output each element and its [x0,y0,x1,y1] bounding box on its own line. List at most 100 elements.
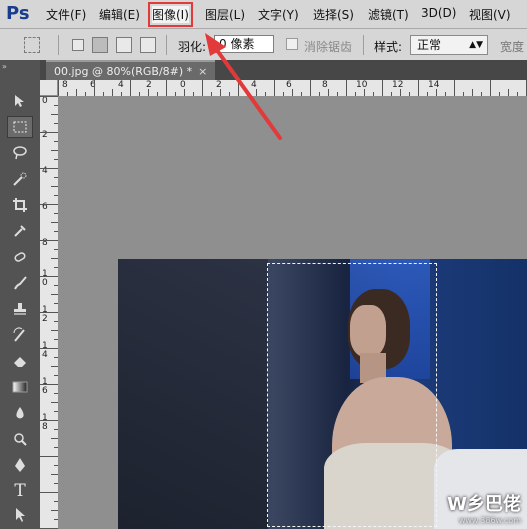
ruler-tick-label: 4 [118,80,124,90]
type-icon[interactable]: T [7,480,33,502]
path-select-icon[interactable] [7,504,33,526]
ruler-tick [490,80,491,96]
ruler-tick [274,80,275,96]
menu-image[interactable]: 图像(I) [148,2,193,27]
blur-icon[interactable] [7,402,33,424]
intersect-selection-icon[interactable] [140,37,156,53]
ruler-tick [202,80,203,96]
close-icon[interactable]: × [198,65,207,78]
ruler-tick [148,89,149,96]
ruler-tick [58,80,59,96]
lasso-icon[interactable] [7,142,33,164]
ruler-tick [51,366,58,367]
ruler-tick [292,89,293,96]
ruler-tick [40,348,58,349]
add-selection-icon[interactable] [92,37,108,53]
toolbox: » T [0,60,41,529]
ruler-tick-label: 6 [286,80,292,90]
ruler-tick [40,384,58,385]
menu-bar: Ps 文件(F) 编辑(E) 图像(I) 图层(L) 文字(Y) 选择(S) 滤… [0,0,527,29]
quick-select-icon[interactable] [7,168,33,190]
crop-icon[interactable] [7,194,33,216]
eyedropper-icon[interactable] [7,220,33,242]
new-selection-icon[interactable] [72,39,84,51]
ruler-tick [238,80,239,96]
ruler-tick [310,80,311,96]
divider [166,35,167,55]
photoshop-logo: Ps [6,3,30,24]
move-icon[interactable] [7,90,33,112]
watermark: W乡巴佬 www.386w.com [447,490,521,525]
ruler-tick-label: 1 4 [42,341,48,360]
divider [363,35,364,55]
document-tab-bar: 00.jpg @ 80%(RGB/8#) * × [40,60,527,80]
ruler-tick [436,89,437,96]
style-label: 样式: [374,40,403,54]
ruler-tick-label: 14 [428,80,440,90]
dodge-icon[interactable] [7,428,33,450]
ruler-vertical[interactable]: 0 2 4 6 8 1 0 1 2 1 4 1 6 1 8 [40,96,59,529]
ruler-tick [51,150,58,151]
ruler-tick [346,80,347,96]
menu-select[interactable]: 选择(S) [313,6,354,23]
ruler-tick [364,89,365,96]
ruler-tick [400,89,401,96]
menu-view[interactable]: 视图(V) [469,6,511,23]
ruler-tick-label: 1 0 [42,269,48,288]
eraser-icon[interactable] [7,350,33,372]
image-door [118,259,268,529]
ruler-tick-label: 1 8 [42,413,48,432]
collapse-icon[interactable]: » [2,62,7,71]
ruler-tick [508,89,509,96]
document-image[interactable]: W乡巴佬 www.386w.com [118,259,527,529]
ruler-tick [130,80,131,96]
stamp-icon[interactable] [7,298,33,320]
ruler-tick [51,474,58,475]
ruler-horizontal[interactable]: 8 6 4 2 0 2 4 6 8 10 12 14 [58,80,527,97]
document-tab[interactable]: 00.jpg @ 80%(RGB/8#) * × [46,60,216,80]
menu-filter[interactable]: 滤镜(T) [368,6,409,23]
ruler-tick-label: 0 [42,96,48,106]
ruler-tick-label: 1 2 [42,305,48,324]
ruler-tick [51,402,58,403]
healing-icon[interactable] [7,246,33,268]
ruler-tick [76,89,77,96]
divider [58,35,59,55]
ruler-tick [40,420,58,421]
feather-input[interactable]: 0 像素 [214,35,274,53]
marquee-preset-icon[interactable] [24,37,40,53]
gradient-icon[interactable] [7,376,33,398]
style-select[interactable]: 正常 ▲▼ [410,35,488,55]
feather-label: 羽化: [178,40,207,54]
brush-icon[interactable] [7,272,33,294]
ruler-tick [112,89,113,96]
watermark-text: W乡巴佬 [447,494,521,515]
menu-file[interactable]: 文件(F) [46,6,86,23]
ruler-origin[interactable] [40,80,58,96]
marquee-icon[interactable] [7,116,33,138]
menu-edit[interactable]: 编辑(E) [99,6,140,23]
ruler-tick [40,204,58,205]
ruler-tick-label: 8 [62,80,68,90]
menu-type[interactable]: 文字(Y) [258,6,299,23]
menu-layer[interactable]: 图层(L) [205,6,245,23]
watermark-url: www.386w.com [458,516,521,525]
pen-icon[interactable] [7,454,33,476]
antialias-checkbox[interactable] [286,38,298,50]
selection-marquee[interactable] [267,263,437,527]
ruler-tick [40,276,58,277]
ruler-tick [40,312,58,313]
ruler-tick [51,294,58,295]
antialias-label: 消除锯齿 [304,40,353,54]
history-brush-icon[interactable] [7,324,33,346]
canvas-workspace[interactable]: W乡巴佬 www.386w.com [58,96,527,529]
ruler-tick-label: 1 6 [42,377,48,396]
ruler-tick [472,89,473,96]
ruler-tick [40,132,58,133]
options-bar: 羽化: 0 像素 消除锯齿 样式: 正常 ▲▼ 宽度 [0,29,527,61]
chevron-updown-icon: ▲▼ [469,40,483,50]
ruler-tick [51,258,58,259]
ruler-tick [40,240,58,241]
menu-3d[interactable]: 3D(D) [421,6,456,20]
subtract-selection-icon[interactable] [116,37,132,53]
